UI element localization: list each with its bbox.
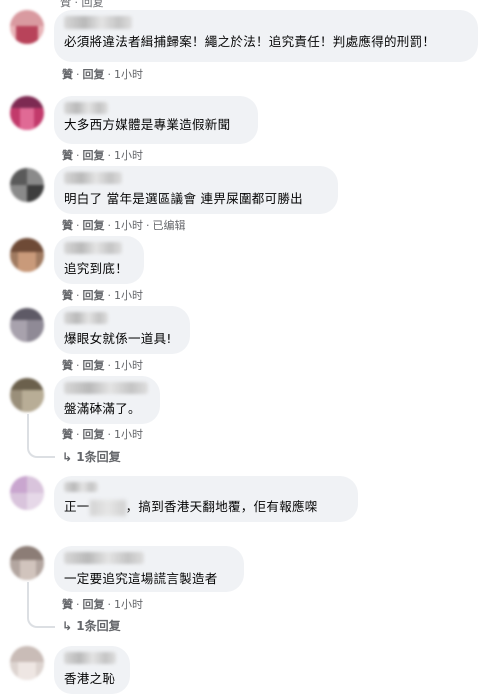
comment-bubble: 正一 ，搞到香港天翻地覆，佢有報應㗎 <box>54 476 358 522</box>
comment-bubble: 盤滿砵滿了。 <box>54 376 160 424</box>
author-name-blurred[interactable] <box>64 242 122 254</box>
comment-bubble: 必須將違法者緝捕歸案！繩之於法！追究責任！判處應得的刑罰！ <box>54 10 478 62</box>
reply-button[interactable]: 回复 <box>83 219 105 232</box>
comment-text: 大多西方媒體是專業造假新聞 <box>64 117 231 132</box>
avatar[interactable] <box>10 476 44 510</box>
comment-bubble: 明白了 當年是選區議會 連畀屎圍都可勝出 <box>54 166 338 214</box>
comment-actions: 贊 · 回复 · 1小时 · 已编辑 <box>62 219 186 232</box>
like-button[interactable]: 贊 <box>62 359 73 372</box>
avatar[interactable] <box>10 96 44 130</box>
timestamp[interactable]: 1小时 <box>114 359 143 372</box>
comment-text: 一定要追究這場謊言製造者 <box>64 571 218 586</box>
author-name-blurred[interactable] <box>64 16 132 29</box>
comment-actions: 贊 · 回复 · 1小时 <box>62 289 143 302</box>
view-replies-link[interactable]: ↳ 1条回复 <box>62 617 121 634</box>
reply-button[interactable]: 回复 <box>83 149 105 162</box>
comment-actions: 贊 · 回复 · 1小时 <box>62 359 143 372</box>
comment-actions: 贊 · 回复 · 1小时 <box>62 68 143 81</box>
comment-text: 追究到底！ <box>64 261 129 276</box>
avatar[interactable] <box>10 308 44 342</box>
author-name-blurred[interactable] <box>64 382 148 394</box>
reply-arrow-icon: ↳ <box>62 619 73 633</box>
comment-text: 香港之恥 <box>64 671 116 686</box>
author-name-blurred[interactable] <box>64 172 122 184</box>
timestamp[interactable]: 1小时 <box>114 428 143 441</box>
edited-label[interactable]: 已编辑 <box>153 219 186 232</box>
reply-button[interactable]: 回复 <box>83 598 105 611</box>
thread-line <box>27 414 29 444</box>
thread-connector <box>27 614 55 628</box>
reply-arrow-icon: ↳ <box>62 450 73 464</box>
like-button[interactable]: 贊 <box>62 428 73 441</box>
author-name-blurred[interactable] <box>64 552 144 564</box>
timestamp[interactable]: 1小时 <box>114 149 143 162</box>
comment-bubble: 一定要追究這場謊言製造者 <box>54 546 244 592</box>
timestamp[interactable]: 1小时 <box>114 68 143 81</box>
timestamp[interactable]: 1小时 <box>114 598 143 611</box>
comment-text: 爆眼女就係一道具! <box>64 331 172 346</box>
timestamp[interactable]: 1小时 <box>114 219 143 232</box>
comment-text: 必須將違法者緝捕歸案！繩之於法！追究責任！判處應得的刑罰！ <box>64 34 436 49</box>
comment-bubble: 香港之恥 <box>54 646 130 694</box>
reply-button[interactable]: 回复 <box>83 68 105 81</box>
like-button[interactable]: 贊 <box>62 68 73 81</box>
reply-button[interactable]: 回复 <box>83 289 105 302</box>
avatar[interactable] <box>10 546 44 580</box>
comment-bubble: 追究到底！ <box>54 236 144 284</box>
comment-text: 盤滿砵滿了。 <box>64 401 141 416</box>
author-name-blurred[interactable] <box>64 312 108 324</box>
author-name-blurred[interactable] <box>64 482 98 492</box>
thread-connector <box>27 444 55 458</box>
like-button[interactable]: 贊 <box>62 149 73 162</box>
like-button[interactable]: 贊 <box>62 289 73 302</box>
author-name-blurred[interactable] <box>64 102 108 114</box>
comment-actions: 贊 · 回复 · 1小时 <box>62 149 143 162</box>
reply-button[interactable]: 回复 <box>83 428 105 441</box>
view-replies-link[interactable]: ↳ 1条回复 <box>62 448 121 465</box>
comment-text: 正一 ，搞到香港天翻地覆，佢有報應㗎 <box>64 499 318 516</box>
thread-line <box>27 582 29 614</box>
like-button[interactable]: 贊 <box>62 219 73 232</box>
avatar[interactable] <box>10 238 44 272</box>
comment-bubble: 大多西方媒體是專業造假新聞 <box>54 96 258 144</box>
redacted-text <box>89 499 126 516</box>
like-button[interactable]: 贊 <box>62 598 73 611</box>
avatar[interactable] <box>10 646 44 680</box>
avatar[interactable] <box>10 378 44 412</box>
comment-bubble: 爆眼女就係一道具! <box>54 306 190 354</box>
timestamp[interactable]: 1小时 <box>114 289 143 302</box>
comment-actions: 贊 · 回复 · 1小时 <box>62 428 143 441</box>
clipped-actions-previous: 贊 · 回复 <box>60 0 104 9</box>
author-name-blurred[interactable] <box>64 652 116 664</box>
comment-actions: 贊 · 回复 · 1小时 <box>62 598 143 611</box>
comment-text: 明白了 當年是選區議會 連畀屎圍都可勝出 <box>64 191 303 206</box>
reply-button[interactable]: 回复 <box>83 359 105 372</box>
avatar[interactable] <box>10 168 44 202</box>
avatar[interactable] <box>10 10 44 44</box>
